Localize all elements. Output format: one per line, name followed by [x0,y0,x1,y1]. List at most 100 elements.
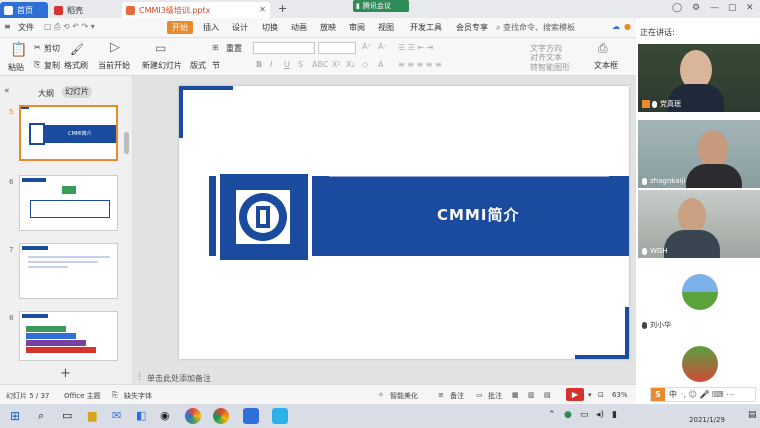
missing-font-button[interactable]: 缺失字体 [124,391,152,401]
new-slide-icon[interactable]: ▭ [155,41,166,55]
volume-icon[interactable]: ◂) [596,410,604,420]
section-button[interactable]: 节 [212,60,220,71]
tab-developer[interactable]: 开发工具 [410,22,442,33]
underline-icon[interactable]: U [284,60,290,69]
paste-button[interactable]: 粘贴 [8,62,24,73]
format-painter-icon[interactable]: 🖌 [70,43,84,56]
slide-thumbnail-5[interactable]: CMMI简介 [19,105,118,161]
video-tile[interactable]: WGH [638,190,760,258]
tab-start[interactable]: 开始 [167,21,193,34]
cut-button[interactable]: 剪切 [44,43,60,54]
play-slideshow-button[interactable]: ▶ [566,388,584,401]
notes-bar[interactable]: ⋮ 单击此处添加备注 [133,370,636,385]
minimize-icon[interactable]: — [710,3,719,13]
zoom-out-icon[interactable]: ▾ [588,391,592,399]
align-icons[interactable]: ≡ ≡ ≡ ≡ ≡ [398,60,442,69]
beautify-button[interactable]: 智能美化 [390,391,418,401]
camera-icon[interactable]: ◉ [160,409,170,422]
tab-docer[interactable]: 稻壳 [50,2,116,18]
text-box-button[interactable]: 文本框 [594,60,618,71]
tab-presentation[interactable]: CMMI3级培训.pptx ✕ [122,2,270,18]
tab-transition[interactable]: 切换 [262,22,278,33]
video-tile[interactable]: zhagnkaiji [638,120,760,188]
font-size-up-icon[interactable]: A⁺ [362,42,372,51]
slide-thumbnail-6[interactable] [19,175,118,231]
font-color-icon[interactable]: A [378,60,383,69]
paste-icon[interactable]: 📋 [10,42,27,58]
quick-access-icons[interactable]: ▢ ⎙ ⟲ ↶ ↷ ▾ [44,22,95,32]
task-view-icon[interactable]: ▭ [62,409,72,422]
reset-button[interactable]: 重置 [226,43,242,54]
beautify-icon[interactable]: ✧ [378,391,384,399]
network-icon[interactable]: ▭ [580,410,589,420]
cloud-icon[interactable]: ☁ [612,22,620,31]
video-tile[interactable]: 党真珉 [638,44,760,112]
avatar[interactable]: ◯ [672,3,682,13]
ime-mode[interactable]: 中 [669,389,677,400]
cut-icon[interactable]: ✂ [34,43,41,52]
restore-icon[interactable]: ▢ [728,3,737,13]
zoom-level[interactable]: 63% [612,391,628,399]
mail-icon[interactable]: ✉ [112,409,121,422]
ime-tools-icon[interactable]: ·, ☺ 🎤 ⌨ ⋯ [681,390,734,399]
file-explorer-icon[interactable]: ▆ [88,409,96,422]
ime-toolbar[interactable]: S 中 ·, ☺ 🎤 ⌨ ⋯ [650,387,756,402]
menu-file[interactable]: 文件 [18,22,34,33]
reading-view-icon[interactable]: ▤ [544,391,551,399]
battery-icon[interactable]: ▮ [612,410,617,420]
normal-view-icon[interactable]: ▦ [512,391,519,399]
tab-insert[interactable]: 插入 [203,22,219,33]
shadow-icon[interactable]: S [298,60,303,69]
reset-icon[interactable]: ⊞ [212,43,219,52]
clear-format-icon[interactable]: ◇ [362,60,368,69]
zoom-fit-icon[interactable]: ⊡ [598,391,604,399]
slide-title[interactable]: CMMI简介 [437,204,519,225]
tencent-meeting-icon[interactable] [272,408,288,424]
tray-app-icon[interactable]: ● [564,410,572,420]
tab-design[interactable]: 设计 [232,22,248,33]
convert-smartart-button[interactable]: 转智能图形 [530,62,570,73]
tencent-meeting-badge[interactable]: ▮ 腾讯会议 [353,0,409,12]
sorter-view-icon[interactable]: ▥ [528,391,535,399]
tab-slides[interactable]: 幻灯片 [62,86,92,98]
subscript-icon[interactable]: X₂ [346,60,355,69]
store-icon[interactable]: ◧ [136,409,146,422]
text-box-icon[interactable]: ⎙ [598,41,608,56]
tab-outline[interactable]: 大纲 [38,88,54,99]
superscript-icon[interactable]: X² [332,60,341,69]
strikethrough-icon[interactable]: ABC [312,60,328,69]
format-painter-button[interactable]: 格式刷 [64,60,88,71]
font-size-input[interactable] [318,42,356,54]
taskbar-date[interactable]: 2021/1/29 [672,416,742,424]
comments-button[interactable]: 批注 [488,391,502,401]
current-slide[interactable]: CMMI简介 [179,86,629,359]
from-current-button[interactable]: 当前开始 [98,60,130,71]
notes-button[interactable]: 备注 [450,391,464,401]
wps-icon[interactable] [243,408,259,424]
tab-animation[interactable]: 动画 [291,22,307,33]
close-tab-icon[interactable]: ✕ [259,5,266,14]
new-slide-button[interactable]: 新建幻灯片 [142,60,182,71]
tab-slideshow[interactable]: 放映 [320,22,336,33]
windows-start-icon[interactable]: ⊞ [10,409,20,423]
font-name-input[interactable] [253,42,315,54]
command-search[interactable]: ⌕ 查找命令、搜索模板 [496,20,606,35]
video-tile[interactable] [638,340,760,384]
collapse-pane-icon[interactable]: « [4,86,10,96]
bold-icon[interactable]: B [256,60,262,69]
search-icon[interactable]: ⌕ [38,409,44,423]
copy-button[interactable]: 复制 [44,60,60,71]
video-tile[interactable]: 刘小华 [638,266,760,334]
bullets-icon[interactable]: ☰ ☰ ⇤ ⇥ [398,43,433,52]
show-hidden-icons[interactable]: ⌃ [548,410,556,420]
thumbnail-scrollbar[interactable] [124,132,129,154]
tab-home[interactable]: 首页 [0,2,48,18]
user-icon[interactable]: ● [624,22,631,31]
play-icon[interactable]: ▷ [110,40,120,55]
font-size-down-icon[interactable]: A⁻ [378,42,388,51]
settings-icon[interactable]: ⚙ [692,3,700,13]
new-tab-button[interactable]: + [278,2,287,15]
missing-font-icon[interactable]: ⎘ [112,391,118,400]
tab-review[interactable]: 审阅 [349,22,365,33]
tab-member[interactable]: 会员专享 [456,22,488,33]
